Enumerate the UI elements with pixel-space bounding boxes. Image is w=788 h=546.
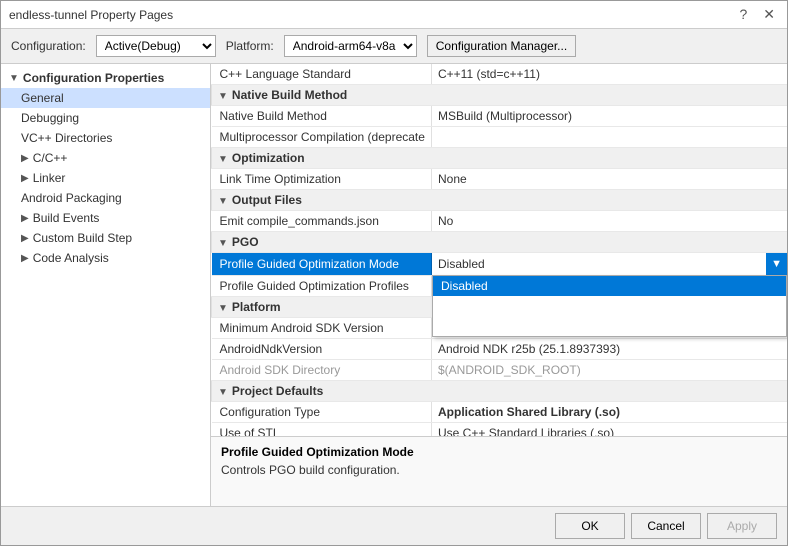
sidebar-label-config-properties: Configuration Properties: [23, 71, 164, 85]
sidebar-item-cpp[interactable]: ▶ C/C++: [1, 148, 210, 168]
pgo-dropdown-popup: Disabled Instrumented Optimized: [432, 275, 787, 337]
sidebar-item-debugging[interactable]: Debugging: [1, 108, 210, 128]
prop-label: Link Time Optimization: [212, 169, 432, 190]
sidebar-item-general[interactable]: General: [1, 88, 210, 108]
section-label: ▼Native Build Method: [212, 85, 788, 106]
table-row: Emit compile_commands.json No: [212, 211, 788, 232]
description-panel: Profile Guided Optimization Mode Control…: [211, 436, 787, 506]
table-row: Link Time Optimization None: [212, 169, 788, 190]
platform-select[interactable]: Android-arm64-v8a: [284, 35, 417, 57]
pgo-mode-label: Profile Guided Optimization Mode: [212, 253, 432, 276]
prop-value: MSBuild (Multiprocessor): [432, 106, 788, 127]
table-row: C++ Language Standard C++11 (std=c++11): [212, 64, 788, 85]
description-text: Controls PGO build configuration.: [221, 463, 777, 477]
footer: OK Cancel Apply: [1, 506, 787, 545]
config-label: Configuration:: [11, 39, 86, 53]
section-row: ▼Output Files: [212, 190, 788, 211]
section-row: ▼Native Build Method: [212, 85, 788, 106]
section-row: ▼PGO: [212, 232, 788, 253]
prop-value: $(ANDROID_SDK_ROOT): [432, 360, 788, 381]
table-row: AndroidNdkVersion Android NDK r25b (25.1…: [212, 339, 788, 360]
table-row: Native Build Method MSBuild (Multiproces…: [212, 106, 788, 127]
prop-label: Native Build Method: [212, 106, 432, 127]
prop-label: AndroidNdkVersion: [212, 339, 432, 360]
sidebar-label-linker: Linker: [33, 171, 66, 185]
expand-icon-cpp: ▶: [21, 153, 29, 164]
sidebar-label-code-analysis: Code Analysis: [33, 251, 109, 265]
window-title: endless-tunnel Property Pages: [9, 8, 173, 22]
prop-label: C++ Language Standard: [212, 64, 432, 85]
expand-icon-custom-build-step: ▶: [21, 233, 29, 244]
sidebar-label-cpp: C/C++: [33, 151, 68, 165]
apply-button[interactable]: Apply: [707, 513, 777, 539]
prop-value: Application Shared Library (.so): [432, 402, 788, 423]
ok-button[interactable]: OK: [555, 513, 625, 539]
sidebar-label-build-events: Build Events: [33, 211, 100, 225]
title-bar-controls: ? ✕: [735, 6, 779, 23]
table-row: Configuration Type Application Shared Li…: [212, 402, 788, 423]
section-label: ▼Output Files: [212, 190, 788, 211]
pgo-mode-row[interactable]: Profile Guided Optimization Mode Disable…: [212, 253, 788, 276]
expand-icon-linker: ▶: [21, 173, 29, 184]
prop-value: C++11 (std=c++11): [432, 64, 788, 85]
sidebar-item-vc-directories[interactable]: VC++ Directories: [1, 128, 210, 148]
expand-icon-build-events: ▶: [21, 213, 29, 224]
cancel-button[interactable]: Cancel: [631, 513, 701, 539]
close-button[interactable]: ✕: [759, 6, 779, 23]
sidebar-label-debugging: Debugging: [21, 111, 79, 125]
prop-label: Multiprocessor Compilation (deprecate: [212, 127, 432, 148]
sidebar-label-android-packaging: Android Packaging: [21, 191, 122, 205]
prop-value: No: [432, 211, 788, 232]
prop-value: [432, 127, 788, 148]
configuration-select[interactable]: Active(Debug): [96, 35, 216, 57]
prop-value: Use C++ Standard Libraries (.so): [432, 423, 788, 437]
properties-table: C++ Language Standard C++11 (std=c++11) …: [211, 64, 787, 436]
sidebar-item-linker[interactable]: ▶ Linker: [1, 168, 210, 188]
section-label: ▼Project Defaults: [212, 381, 788, 402]
prop-value: None: [432, 169, 788, 190]
configuration-manager-button[interactable]: Configuration Manager...: [427, 35, 576, 57]
sidebar-item-config-properties[interactable]: ▼ Configuration Properties: [1, 68, 210, 88]
prop-label: Emit compile_commands.json: [212, 211, 432, 232]
main-window: endless-tunnel Property Pages ? ✕ Config…: [0, 0, 788, 546]
section-label: ▼Optimization: [212, 148, 788, 169]
section-label: ▼PGO: [212, 232, 788, 253]
section-row: ▼Optimization: [212, 148, 788, 169]
pgo-mode-value-cell: Disabled ▼ Disabled Instrumented Optimiz…: [432, 253, 788, 276]
right-panel: C++ Language Standard C++11 (std=c++11) …: [211, 64, 787, 506]
sidebar-item-custom-build-step[interactable]: ▶ Custom Build Step: [1, 228, 210, 248]
prop-label: Android SDK Directory: [212, 360, 432, 381]
collapse-icon: ▼: [9, 73, 19, 84]
expand-icon-code-analysis: ▶: [21, 253, 29, 264]
prop-value: Android NDK r25b (25.1.8937393): [432, 339, 788, 360]
sidebar: ▼ Configuration Properties General Debug…: [1, 64, 211, 506]
table-row: Multiprocessor Compilation (deprecate: [212, 127, 788, 148]
dropdown-option-disabled[interactable]: Disabled: [433, 276, 786, 296]
help-button[interactable]: ?: [735, 6, 751, 23]
config-bar: Configuration: Active(Debug) Platform: A…: [1, 29, 787, 64]
pgo-dropdown-arrow[interactable]: ▼: [766, 253, 787, 275]
prop-label: Minimum Android SDK Version: [212, 318, 432, 339]
description-title: Profile Guided Optimization Mode: [221, 445, 777, 459]
main-content: ▼ Configuration Properties General Debug…: [1, 64, 787, 506]
prop-label: Use of STL: [212, 423, 432, 437]
dropdown-option-instrumented[interactable]: Instrumented: [433, 296, 786, 316]
pgo-profiles-label: Profile Guided Optimization Profiles: [212, 276, 432, 297]
sidebar-item-build-events[interactable]: ▶ Build Events: [1, 208, 210, 228]
sidebar-label-vc-directories: VC++ Directories: [21, 131, 112, 145]
pgo-mode-value: Disabled: [432, 257, 766, 271]
properties-table-container: C++ Language Standard C++11 (std=c++11) …: [211, 64, 787, 436]
prop-label: Configuration Type: [212, 402, 432, 423]
sidebar-label-general: General: [21, 91, 64, 105]
dropdown-option-optimized[interactable]: Optimized: [433, 316, 786, 336]
platform-label: Platform:: [226, 39, 274, 53]
title-bar: endless-tunnel Property Pages ? ✕: [1, 1, 787, 29]
sidebar-item-code-analysis[interactable]: ▶ Code Analysis: [1, 248, 210, 268]
sidebar-label-custom-build-step: Custom Build Step: [33, 231, 132, 245]
sidebar-item-android-packaging[interactable]: Android Packaging: [1, 188, 210, 208]
section-row: ▼Project Defaults: [212, 381, 788, 402]
table-row: Use of STL Use C++ Standard Libraries (.…: [212, 423, 788, 437]
table-row: Android SDK Directory $(ANDROID_SDK_ROOT…: [212, 360, 788, 381]
